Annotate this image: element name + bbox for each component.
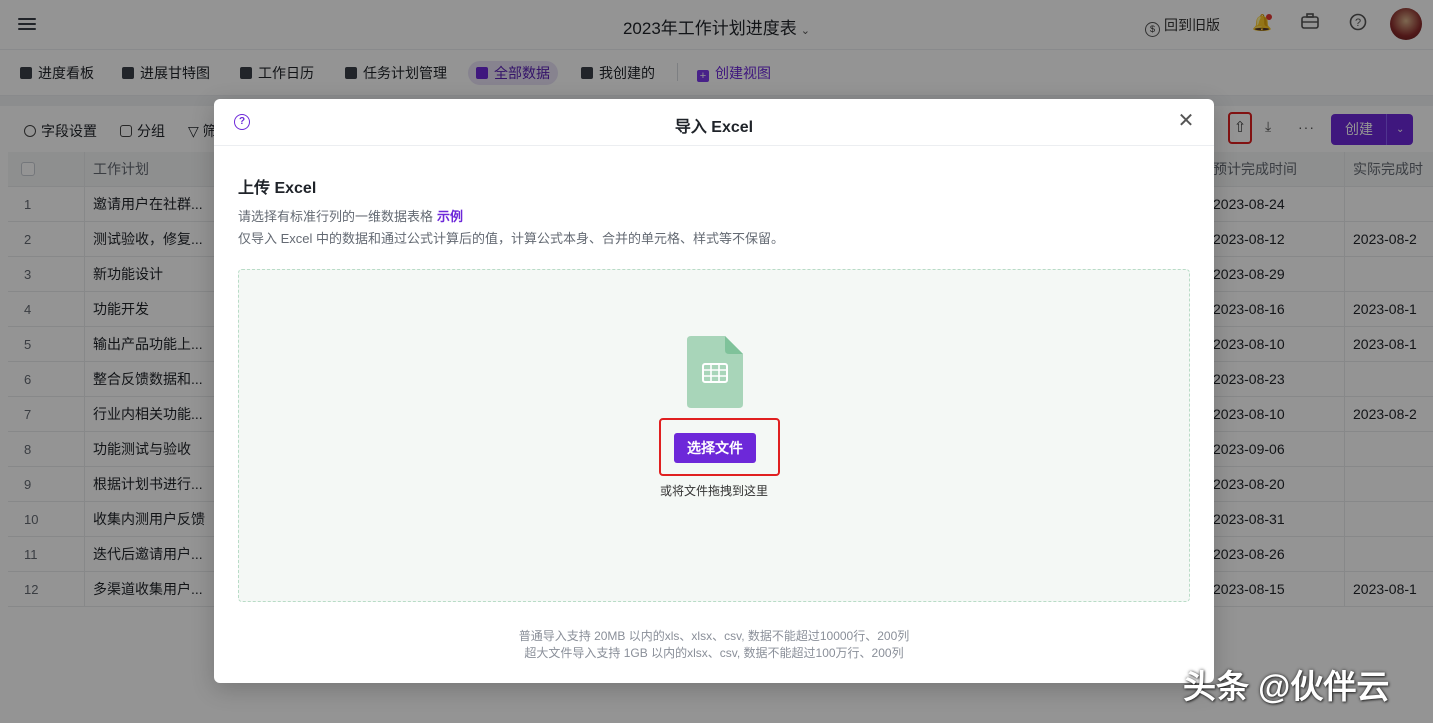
drag-hint: 或将文件拖拽到这里 <box>659 484 768 498</box>
file-dropzone[interactable]: 选择文件 或将文件拖拽到这里 <box>238 269 1190 602</box>
import-excel-dialog: ? 导入 Excel ✕ 上传 Excel 请选择有标准行列的一维数据表格 示例 … <box>214 99 1214 683</box>
upload-heading: 上传 Excel <box>238 180 317 197</box>
watermark: 头条 @伙伴云 <box>1183 668 1390 705</box>
upload-description-text: 请选择有标准行列的一维数据表格 <box>238 209 434 224</box>
import-note: 仅导入 Excel 中的数据和通过公式计算后的值，计算公式本身、合并的单元格、样… <box>238 231 785 246</box>
large-import-limits: 超大文件导入支持 1GB 以内的xlsx、csv, 数据不能超过100万行、20… <box>524 646 904 660</box>
normal-import-limits: 普通导入支持 20MB 以内的xls、xlsx、csv, 数据不能超过10000… <box>518 629 910 643</box>
choose-file-button[interactable]: 选择文件 <box>674 433 756 463</box>
close-icon[interactable]: ✕ <box>1176 111 1196 131</box>
example-link[interactable]: 示例 <box>437 209 463 224</box>
spreadsheet-file-icon <box>687 336 743 408</box>
upload-description: 请选择有标准行列的一维数据表格 示例 <box>238 206 463 225</box>
dialog-divider <box>214 145 1214 146</box>
dialog-title: 导入 Excel <box>674 119 754 136</box>
